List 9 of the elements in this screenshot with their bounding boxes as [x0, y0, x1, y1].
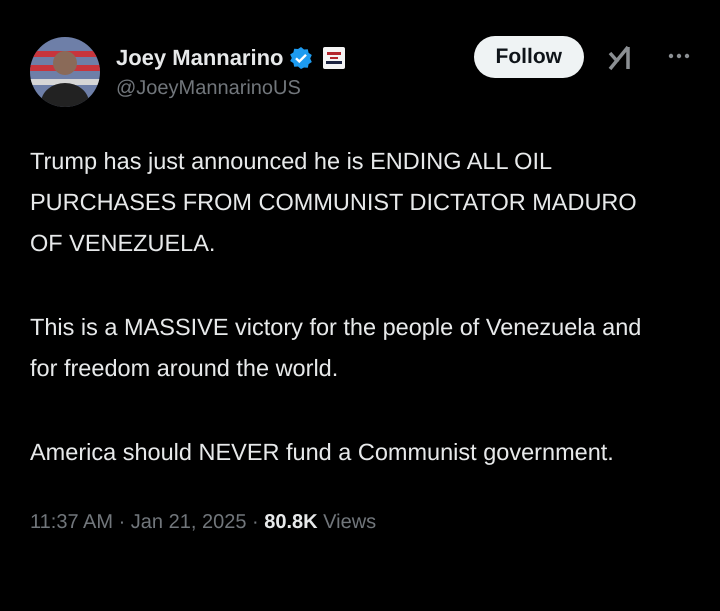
follow-button[interactable]: Follow [474, 36, 584, 78]
tweet-paragraph: Trump has just announced he is ENDING ALL OIL PURCHASES FROM COMMUNIST DICTATOR MADURO OF VENEZUELA. [30, 147, 638, 258]
tweet-paragraph: This is a MASSIVE victory for the people of Venezuela and for freedom around the world. [30, 313, 642, 383]
more-icon[interactable] [668, 53, 690, 59]
author-handle[interactable]: @JoeyMannarinoUS [116, 76, 458, 100]
tweet-paragraph: America should NEVER fund a Communist government. [30, 438, 615, 467]
author-name[interactable]: Joey Mannarino [116, 44, 284, 70]
tweet-meta: 11:37 AM · Jan 21, 2025 · 80.8K Views [30, 511, 378, 534]
affiliate-badge-icon [323, 46, 346, 68]
